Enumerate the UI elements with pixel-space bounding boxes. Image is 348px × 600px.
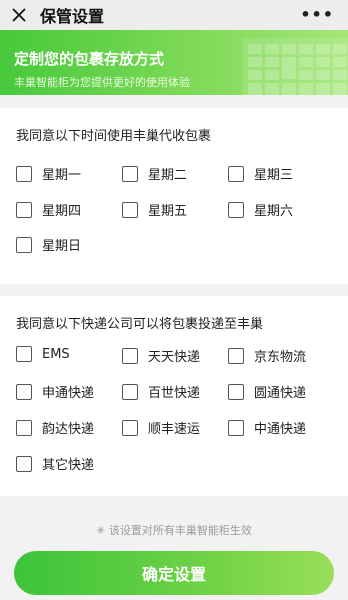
courier-option-baishi[interactable]: 百世快递 [122, 382, 200, 401]
courier-option-label: 其它快递 [42, 458, 95, 473]
courier-option-shentong[interactable]: 申通快递 [16, 382, 94, 401]
day-option-thursday[interactable]: 星期四 [16, 200, 81, 219]
courier-option-label: 百世快递 [148, 386, 201, 401]
courier-option-shunfeng[interactable]: 顺丰速运 [122, 418, 200, 437]
courier-option-yuantong[interactable]: 圆通快递 [228, 382, 306, 401]
day-option-label: 星期日 [42, 239, 82, 254]
courier-option-label: 中通快递 [254, 422, 307, 437]
day-option-tuesday[interactable]: 星期二 [122, 164, 187, 183]
courier-option-label: 韵达快递 [42, 422, 95, 437]
day-option-monday[interactable]: 星期一 [16, 164, 81, 183]
day-option-label: 星期三 [254, 168, 294, 183]
checkbox[interactable] [16, 201, 32, 218]
checkbox[interactable] [16, 383, 32, 400]
couriers-section: 我同意以下快递公司可以将包裹投递至丰巢 EMS 天天快递 京东物流 申通快递 百… [0, 296, 348, 496]
checkbox[interactable] [16, 455, 32, 472]
day-option-saturday[interactable]: 星期六 [228, 200, 293, 219]
close-icon[interactable] [10, 6, 28, 24]
courier-option-other[interactable]: 其它快递 [16, 454, 94, 473]
checkbox[interactable] [122, 347, 138, 364]
more-menu-icon[interactable]: ••• [300, 5, 334, 24]
courier-option-zhongtong[interactable]: 中通快递 [228, 418, 306, 437]
day-option-label: 星期一 [42, 168, 82, 183]
checkbox[interactable] [122, 201, 138, 218]
checkbox[interactable] [122, 419, 138, 436]
checkbox[interactable] [16, 419, 32, 436]
checkbox[interactable] [122, 383, 138, 400]
day-option-label: 星期四 [42, 204, 82, 219]
courier-option-tiantian[interactable]: 天天快递 [122, 346, 200, 365]
day-option-label: 星期五 [148, 204, 188, 219]
checkbox[interactable] [228, 383, 244, 400]
day-option-friday[interactable]: 星期五 [122, 200, 187, 219]
courier-option-label: 圆通快递 [254, 386, 307, 401]
courier-option-label: EMS [42, 346, 70, 362]
day-option-sunday[interactable]: 星期日 [16, 235, 81, 254]
page-title: 保管设置 [40, 7, 105, 26]
courier-option-label: 天天快递 [148, 350, 201, 365]
courier-option-ems[interactable]: EMS [16, 346, 70, 362]
couriers-section-title: 我同意以下快递公司可以将包裹投递至丰巢 [16, 317, 264, 332]
confirm-settings-button[interactable]: 确定设置 [14, 551, 334, 595]
nav-bar: 保管设置 ••• [0, 0, 348, 30]
courier-option-jd[interactable]: 京东物流 [228, 346, 306, 365]
courier-option-label: 京东物流 [254, 350, 307, 365]
day-option-label: 星期二 [148, 168, 188, 183]
checkbox[interactable] [228, 165, 244, 182]
checkbox[interactable] [228, 419, 244, 436]
footer-note: ✳ 该设置对所有丰巢智能柜生效 [96, 524, 252, 537]
courier-option-yunda[interactable]: 韵达快递 [16, 418, 94, 437]
checkbox[interactable] [228, 347, 244, 364]
day-option-wednesday[interactable]: 星期三 [228, 164, 293, 183]
checkbox[interactable] [16, 165, 32, 182]
day-option-label: 星期六 [254, 204, 294, 219]
checkbox[interactable] [228, 201, 244, 218]
checkbox[interactable] [16, 236, 32, 253]
header-banner: 定制您的包裹存放方式 丰巢智能柜为您提供更好的使用体验 [0, 30, 348, 95]
checkbox[interactable] [16, 346, 32, 362]
days-section-title: 我同意以下时间使用丰巢代收包裹 [16, 129, 212, 144]
courier-option-label: 申通快递 [42, 386, 95, 401]
locker-illustration-icon [242, 38, 348, 95]
courier-option-label: 顺丰速运 [148, 422, 201, 437]
checkbox[interactable] [122, 165, 138, 182]
days-section: 我同意以下时间使用丰巢代收包裹 星期一 星期二 星期三 星期四 星期五 星期六 … [0, 108, 348, 284]
